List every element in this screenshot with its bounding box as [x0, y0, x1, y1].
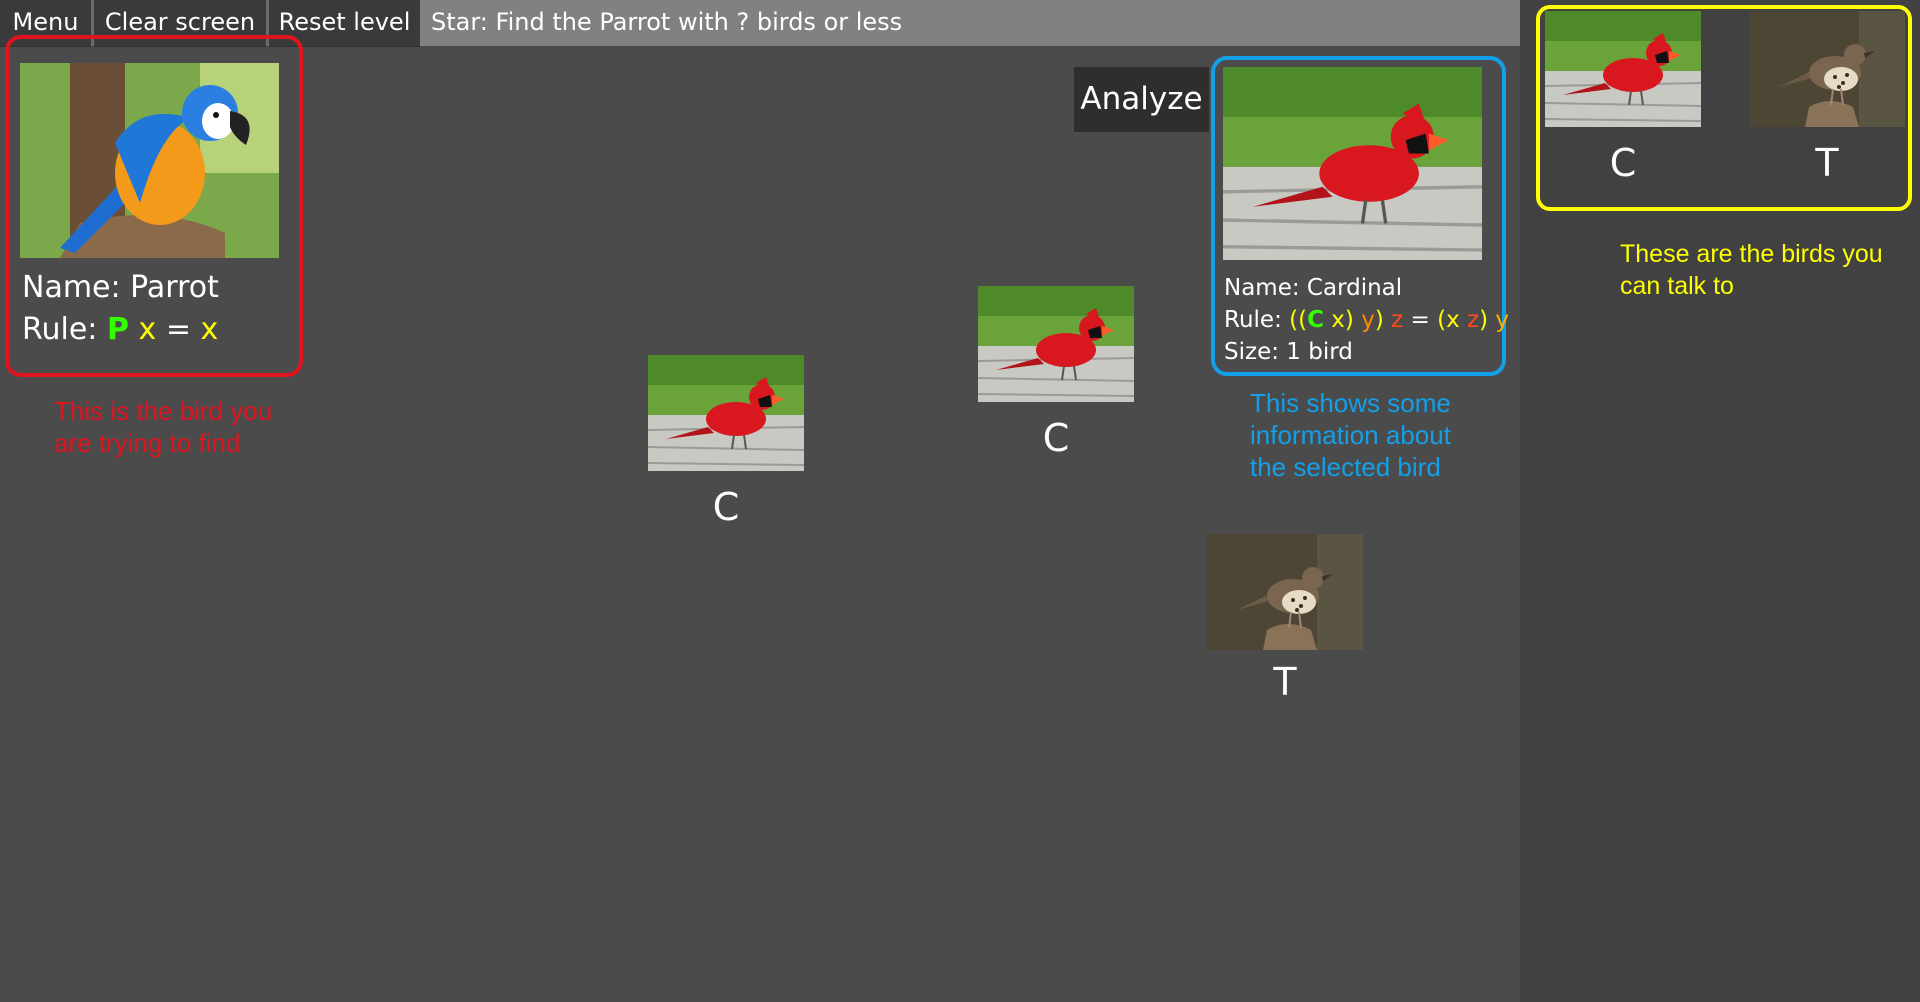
- rule-token: (: [1437, 307, 1447, 333]
- rule-equals: =: [165, 312, 191, 347]
- bird-letter: C: [712, 485, 740, 529]
- rule-token: x: [1446, 307, 1460, 333]
- bird-letter: T: [1815, 141, 1839, 185]
- info-name: Name: Cardinal: [1224, 275, 1403, 301]
- rule-token-x: x: [200, 312, 219, 347]
- info-rule: Rule: ((C x) y) z = (x z) y: [1224, 307, 1509, 333]
- rule-token: z: [1391, 307, 1404, 333]
- rule-token: ((: [1289, 307, 1308, 333]
- parrot-image: [20, 63, 279, 258]
- target-name: Name: Parrot: [22, 270, 219, 305]
- info-size: Size: 1 bird: [1224, 339, 1353, 365]
- rule-token: C: [1307, 307, 1324, 333]
- cardinal-image: [1545, 11, 1701, 127]
- target-rule: Rule: P x = x: [22, 312, 218, 347]
- thrush-image: [1207, 534, 1363, 650]
- cardinal-image: [648, 355, 804, 471]
- rule-token: x: [1331, 307, 1345, 333]
- rule-token: ): [1374, 307, 1384, 333]
- rule-token: y: [1361, 307, 1375, 333]
- rule-prefix: Rule:: [1224, 307, 1290, 333]
- rule-token: =: [1410, 307, 1430, 333]
- rule-prefix: Rule:: [22, 312, 107, 347]
- rule-token-x: x: [138, 312, 157, 347]
- cardinal-image: [1223, 67, 1482, 260]
- rule-token: z: [1467, 307, 1480, 333]
- bird-letter: C: [1609, 141, 1637, 185]
- rule-token: y: [1495, 307, 1510, 333]
- rule-token-p: P: [106, 312, 129, 347]
- thrush-image: [1749, 11, 1905, 127]
- cardinal-image: [978, 286, 1134, 402]
- objective-text: Star: Find the Parrot with ? birds or le…: [420, 0, 1520, 46]
- info-hint: This shows some information about the se…: [1250, 388, 1451, 482]
- target-hint: This is the bird you are trying to find: [54, 396, 273, 458]
- rule-token: ): [1479, 307, 1489, 333]
- bird-letter: C: [1042, 416, 1070, 460]
- bird-letter: T: [1273, 660, 1297, 704]
- rule-token: ): [1344, 307, 1354, 333]
- analyze-button[interactable]: Analyze: [1074, 67, 1209, 132]
- palette-hint: These are the birds you can talk to: [1620, 240, 1883, 300]
